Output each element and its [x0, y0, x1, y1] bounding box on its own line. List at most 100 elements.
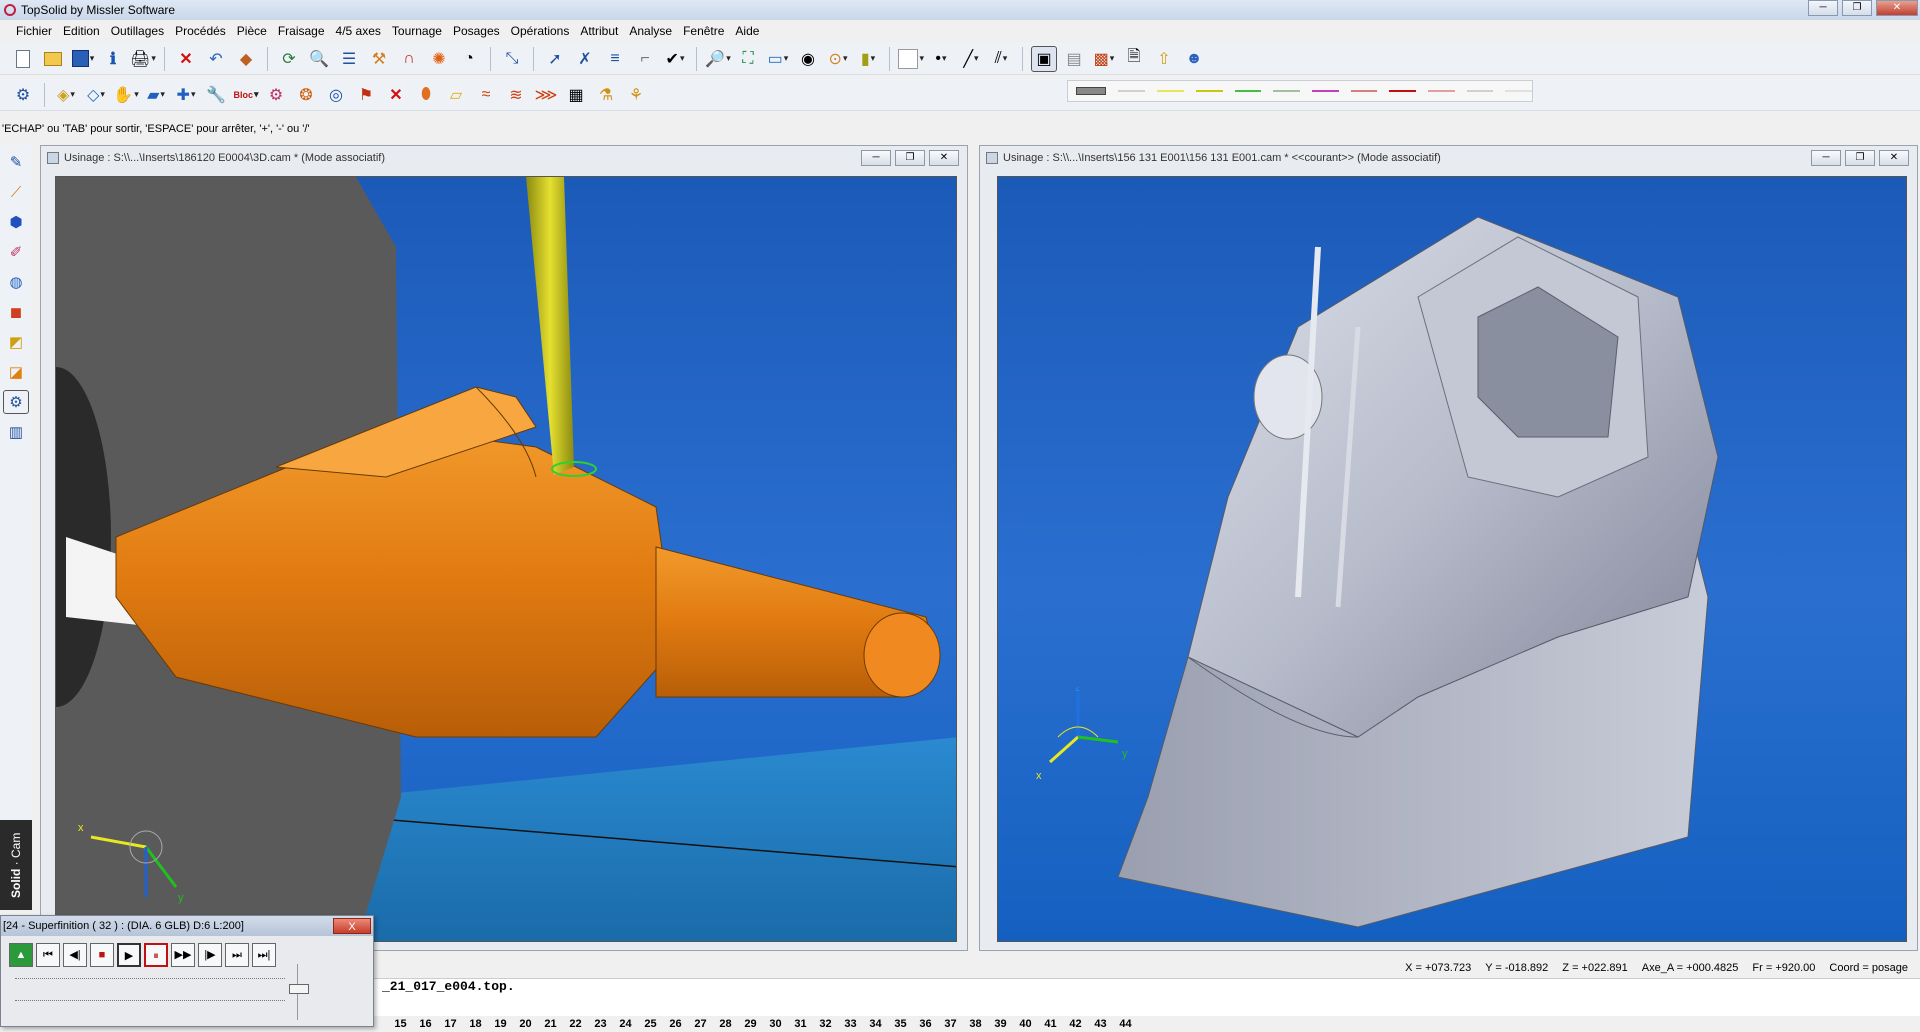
- fire-icon[interactable]: ✺: [426, 46, 452, 72]
- menu-fichier[interactable]: Fichier: [16, 24, 52, 38]
- sim-speed-slider[interactable]: [15, 1000, 285, 1004]
- sim-position-slider[interactable]: [15, 978, 285, 982]
- hand-icon[interactable]: ✋: [113, 82, 139, 108]
- menu-fenetre[interactable]: Fenêtre: [683, 24, 724, 38]
- frame-number[interactable]: 17: [438, 1018, 463, 1030]
- sim-first-icon[interactable]: ⏮: [36, 943, 60, 967]
- undo-icon[interactable]: ↶: [203, 46, 229, 72]
- frame-number[interactable]: 30: [763, 1018, 788, 1030]
- sim-last-icon[interactable]: ⏭|: [252, 943, 276, 967]
- frame-number[interactable]: 15: [388, 1018, 413, 1030]
- eraser-icon[interactable]: ◆: [233, 46, 259, 72]
- new-file-icon[interactable]: [10, 46, 36, 72]
- frame-number[interactable]: 21: [538, 1018, 563, 1030]
- menu-attribut[interactable]: Attribut: [580, 24, 618, 38]
- save-icon[interactable]: [70, 46, 96, 72]
- shape-icon[interactable]: ⬢: [3, 210, 29, 234]
- simulate-icon[interactable]: ⚗: [593, 82, 619, 108]
- plate-icon[interactable]: ▱: [443, 82, 469, 108]
- frame-number[interactable]: 37: [938, 1018, 963, 1030]
- frame-number[interactable]: 28: [713, 1018, 738, 1030]
- point-style-icon[interactable]: •: [928, 46, 954, 72]
- tool-holder-icon[interactable]: ◈: [53, 82, 79, 108]
- battery-icon[interactable]: ▮: [855, 46, 881, 72]
- sim-step-back-icon[interactable]: ◀|: [63, 943, 87, 967]
- sketch-icon[interactable]: ✐: [3, 240, 29, 264]
- search-icon[interactable]: 🔍: [306, 46, 332, 72]
- frame-number[interactable]: 44: [1113, 1018, 1138, 1030]
- 3d-viewport-left[interactable]: x y: [55, 176, 957, 942]
- frame-number[interactable]: 16: [413, 1018, 438, 1030]
- users-icon[interactable]: ☻: [1181, 46, 1207, 72]
- frame-number[interactable]: 18: [463, 1018, 488, 1030]
- view-minimize-button[interactable]: ─: [1811, 150, 1841, 166]
- flag-icon[interactable]: ⚑: [353, 82, 379, 108]
- menu-tournage[interactable]: Tournage: [392, 24, 442, 38]
- hatch-icon[interactable]: ⫽: [988, 46, 1014, 72]
- sim-next-icon[interactable]: ⏭: [225, 943, 249, 967]
- info-icon[interactable]: ℹ: [100, 46, 126, 72]
- fixture-icon[interactable]: ✚: [173, 82, 199, 108]
- path3-icon[interactable]: ⋙: [533, 82, 559, 108]
- wrench-icon[interactable]: 🔧: [203, 82, 229, 108]
- spiral-icon[interactable]: ❂: [293, 82, 319, 108]
- coord-system[interactable]: Coord = posage: [1829, 962, 1908, 974]
- camera-icon[interactable]: ◉: [795, 46, 821, 72]
- menu-procedes[interactable]: Procédés: [175, 24, 226, 38]
- menu-posages[interactable]: Posages: [453, 24, 500, 38]
- frame-number[interactable]: 31: [788, 1018, 813, 1030]
- sim-step-forward-icon[interactable]: |▶: [198, 943, 222, 967]
- zoom-fit-icon[interactable]: ⛶: [735, 46, 761, 72]
- layer-icon[interactable]: ▤: [1061, 46, 1087, 72]
- line-style-palette[interactable]: [1067, 80, 1533, 102]
- arrow-up-icon[interactable]: ⇧: [1151, 46, 1177, 72]
- open-file-icon[interactable]: [40, 46, 66, 72]
- zoom-icon[interactable]: 🔎: [705, 46, 731, 72]
- view-minimize-button[interactable]: ─: [861, 150, 891, 166]
- minimize-button[interactable]: ─: [1808, 0, 1838, 16]
- pointer-icon[interactable]: ➚: [542, 46, 568, 72]
- target-icon[interactable]: ◎: [323, 82, 349, 108]
- view-close-button[interactable]: ✕: [929, 150, 959, 166]
- gears-icon[interactable]: ⚙: [263, 82, 289, 108]
- select-icon[interactable]: ⤡: [499, 46, 525, 72]
- frame-number[interactable]: 22: [563, 1018, 588, 1030]
- curve-icon[interactable]: ⟋: [3, 180, 29, 204]
- grid-icon[interactable]: ▦: [563, 82, 589, 108]
- menu-fraisage[interactable]: Fraisage: [278, 24, 325, 38]
- menu-piece[interactable]: Pièce: [237, 24, 267, 38]
- cylinder-icon[interactable]: ⬮: [413, 82, 439, 108]
- frame-number[interactable]: 41: [1038, 1018, 1063, 1030]
- pencil-icon[interactable]: ✎: [3, 150, 29, 174]
- path2-icon[interactable]: ≋: [503, 82, 529, 108]
- menu-analyse[interactable]: Analyse: [629, 24, 672, 38]
- layer-toggle-icon[interactable]: ▣: [1031, 45, 1057, 72]
- frame-number[interactable]: 19: [488, 1018, 513, 1030]
- frame-number[interactable]: 23: [588, 1018, 613, 1030]
- sheet-icon[interactable]: ▥: [3, 420, 29, 444]
- frame-number[interactable]: 39: [988, 1018, 1013, 1030]
- bloc-icon[interactable]: Bloc: [233, 82, 259, 108]
- refresh-icon[interactable]: ⟳: [276, 46, 302, 72]
- frame-number[interactable]: 43: [1088, 1018, 1113, 1030]
- frame-number[interactable]: 33: [838, 1018, 863, 1030]
- cross-select-icon[interactable]: ✗: [572, 46, 598, 72]
- menu-outillages[interactable]: Outillages: [111, 24, 164, 38]
- cam-mode-icon[interactable]: ⚙: [3, 390, 29, 414]
- machine-icon[interactable]: ⚙: [10, 82, 36, 108]
- frame-number[interactable]: 35: [888, 1018, 913, 1030]
- fire-map-icon[interactable]: ▩: [1091, 46, 1117, 72]
- frame-number[interactable]: 25: [638, 1018, 663, 1030]
- surface-icon[interactable]: ◍: [3, 270, 29, 294]
- frame-number[interactable]: 42: [1063, 1018, 1088, 1030]
- view-icon[interactable]: ▭: [765, 46, 791, 72]
- levels-icon[interactable]: ≡: [602, 46, 628, 72]
- frame-number[interactable]: 20: [513, 1018, 538, 1030]
- frame-number[interactable]: 34: [863, 1018, 888, 1030]
- sim-zoom-thumb[interactable]: [289, 984, 309, 994]
- frame-number[interactable]: 27: [688, 1018, 713, 1030]
- view-restore-button[interactable]: ❐: [895, 150, 925, 166]
- solid-icon[interactable]: ◼: [3, 300, 29, 324]
- frame-number[interactable]: 36: [913, 1018, 938, 1030]
- restore-button[interactable]: ❐: [1842, 0, 1872, 16]
